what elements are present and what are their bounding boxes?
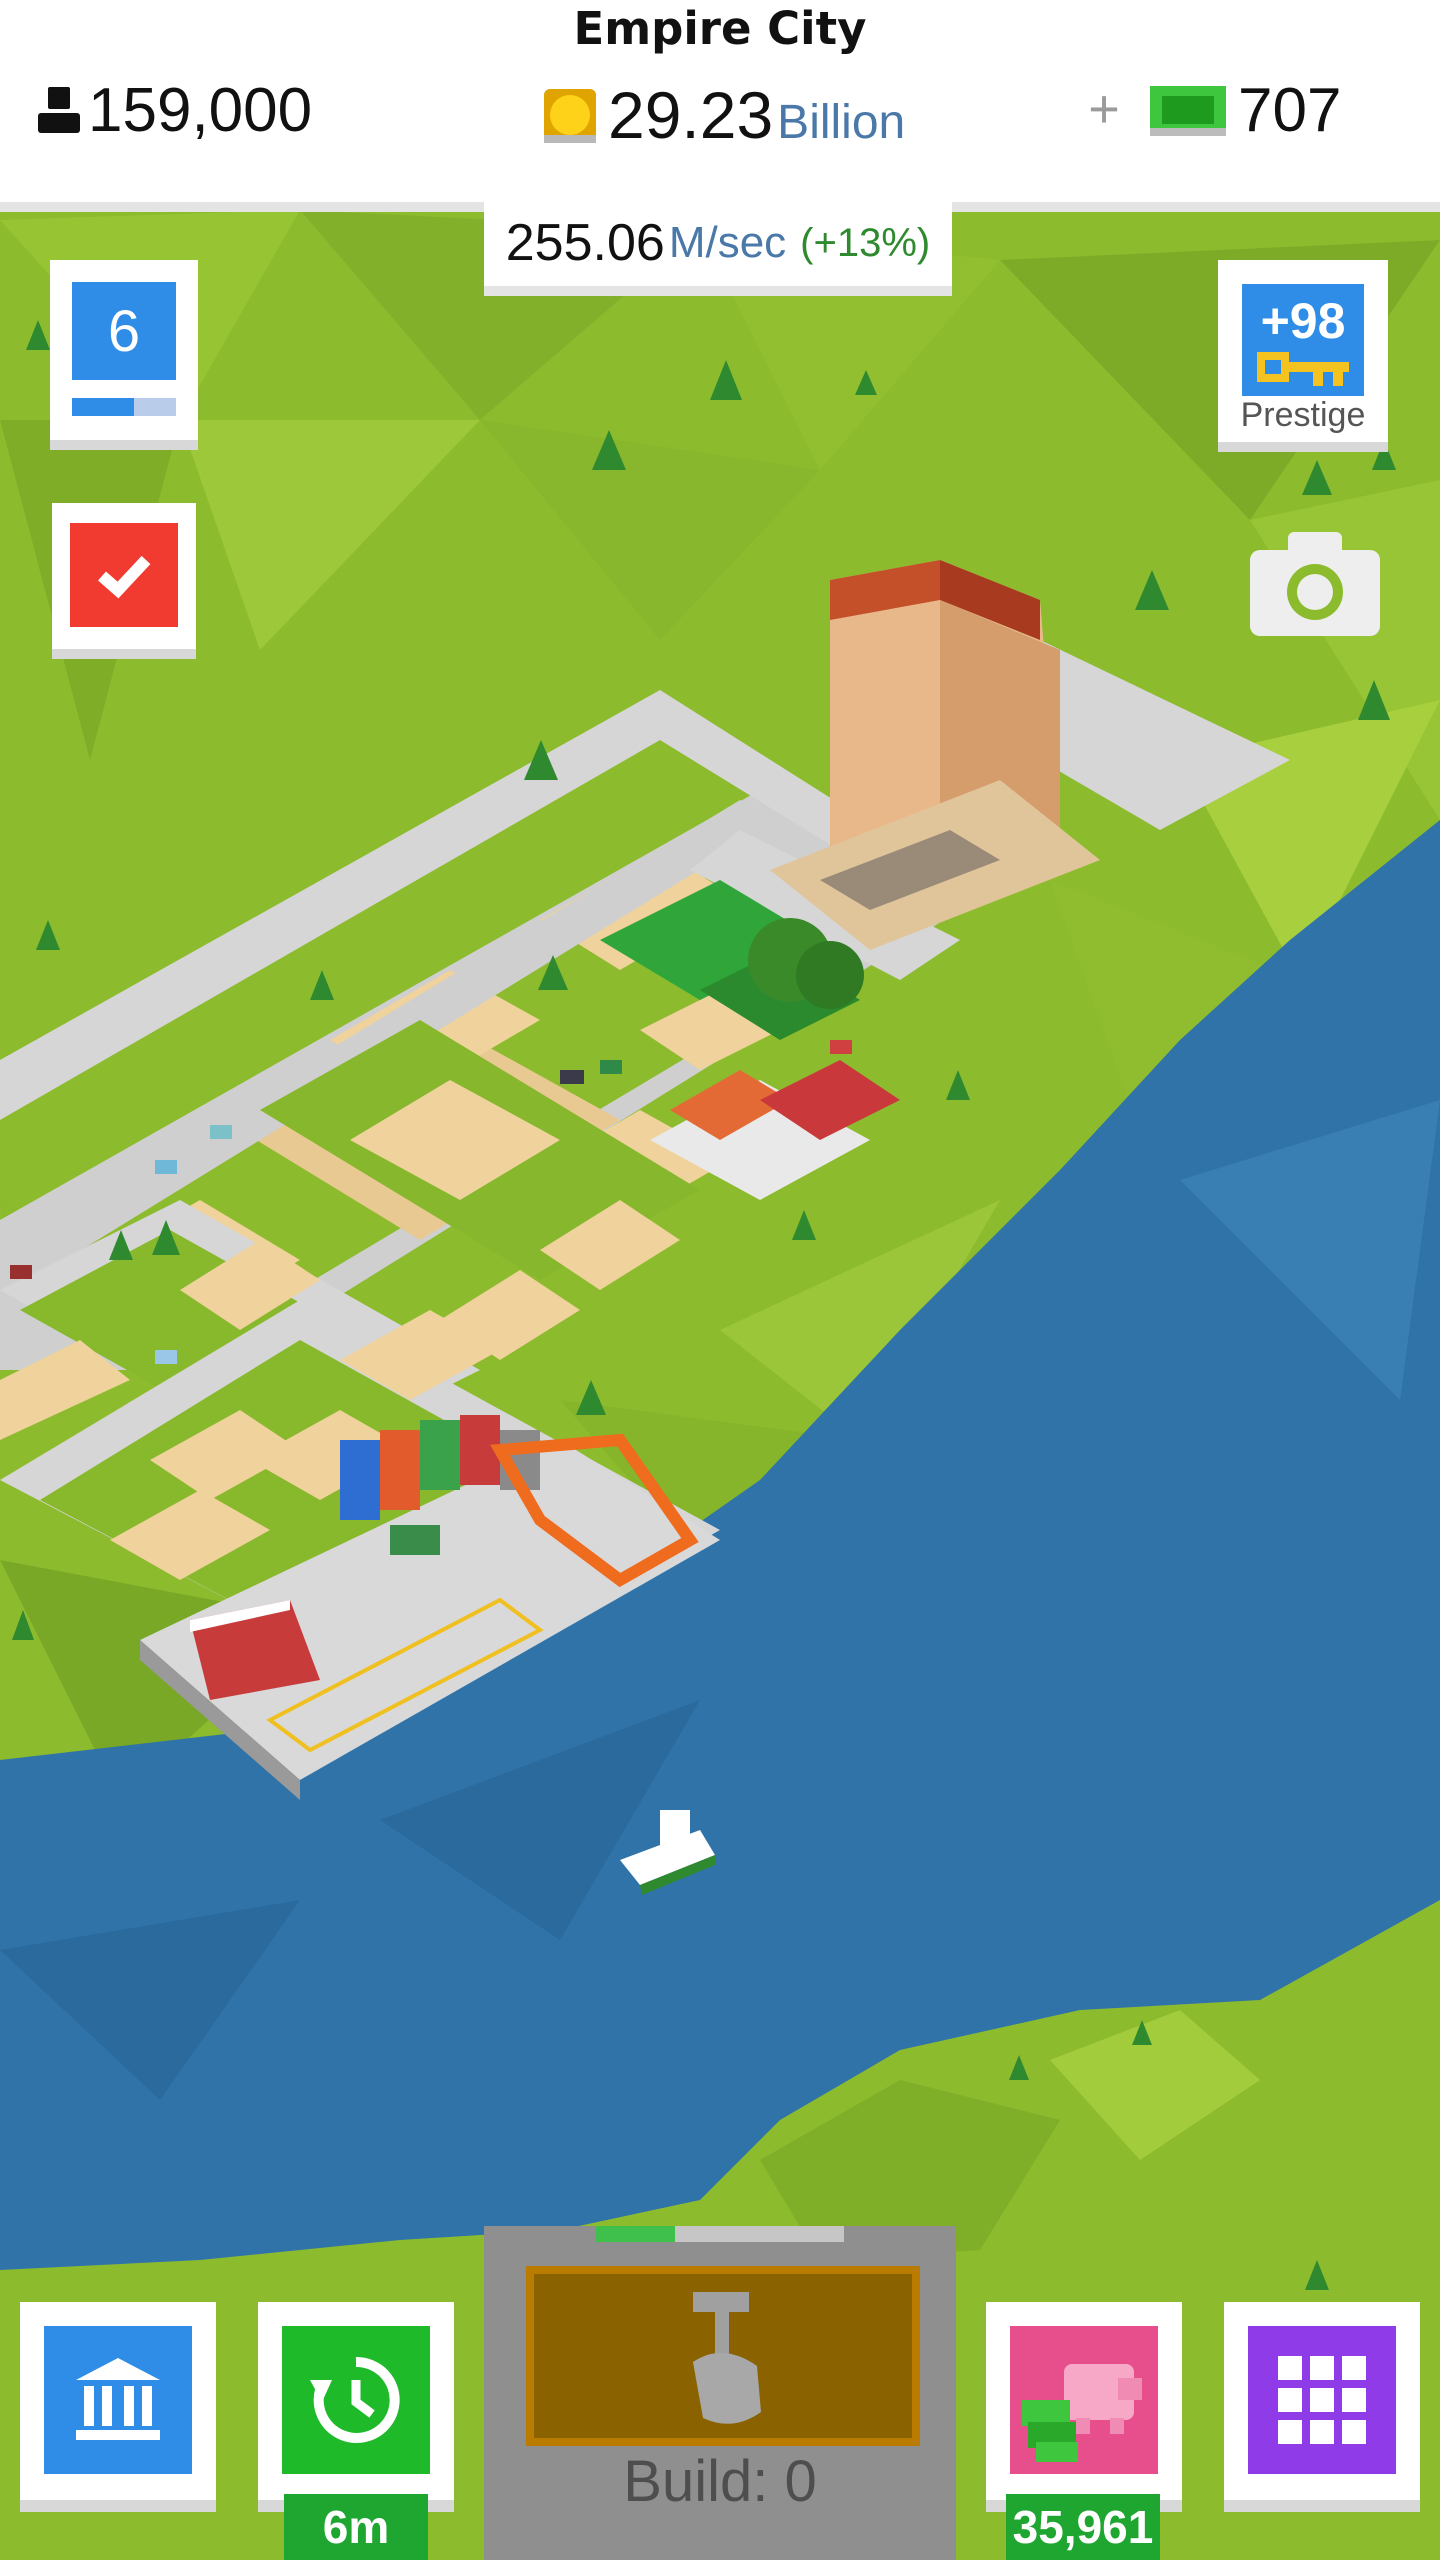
person-icon bbox=[38, 87, 80, 133]
income-value: 255.06 bbox=[505, 214, 665, 272]
menu-icon-box bbox=[1248, 2326, 1396, 2474]
prestige-icon-box: +98 bbox=[1242, 284, 1364, 396]
income-bonus: (+13%) bbox=[800, 220, 931, 265]
buy-cash-button[interactable]: + bbox=[1082, 74, 1126, 144]
piggy-bank-icon bbox=[1022, 2364, 1142, 2462]
cash-counter: 707 bbox=[1148, 70, 1341, 150]
coin-counter: 29.23 Billion bbox=[540, 70, 905, 160]
camera-icon bbox=[1250, 532, 1380, 636]
level-progress-bar bbox=[72, 398, 176, 416]
build-count-label: Build: 0 bbox=[623, 2449, 817, 2514]
tasks-icon-box bbox=[70, 523, 178, 627]
city-name[interactable]: Empire City bbox=[0, 2, 1440, 55]
prestige-button[interactable]: +98 Prestige bbox=[1218, 260, 1388, 452]
piggy-bank-amount: 35,961 bbox=[1006, 2494, 1160, 2560]
build-panel[interactable]: Build: 0 bbox=[484, 2226, 956, 2560]
prestige-count: +98 bbox=[1260, 293, 1346, 349]
build-progress-fill bbox=[596, 2226, 676, 2242]
population-value: 159,000 bbox=[88, 75, 313, 145]
level-button[interactable]: 6 bbox=[50, 260, 198, 450]
boost-timer: 6m bbox=[284, 2494, 428, 2560]
menu-grid-button[interactable] bbox=[1224, 2302, 1420, 2512]
boost-icon-box bbox=[282, 2326, 430, 2474]
tasks-button[interactable] bbox=[52, 503, 196, 659]
cash-value: 707 bbox=[1238, 75, 1342, 145]
piggy-bank-button[interactable] bbox=[986, 2302, 1182, 2512]
clock-refresh-icon bbox=[310, 2356, 400, 2443]
build-button[interactable] bbox=[526, 2266, 920, 2446]
key-icon bbox=[1257, 352, 1349, 386]
coins-unit: Billion bbox=[777, 95, 906, 149]
coin-icon bbox=[544, 89, 596, 143]
build-progress-bar bbox=[596, 2226, 844, 2242]
grid-icon bbox=[1278, 2356, 1366, 2444]
bank-icon bbox=[76, 2358, 160, 2440]
coins-value: 29.23 bbox=[608, 78, 774, 152]
camera-button[interactable] bbox=[1246, 528, 1384, 640]
time-boost-button[interactable] bbox=[258, 2302, 454, 2512]
level-progress-fill bbox=[72, 398, 135, 416]
piggy-icon-box bbox=[1010, 2326, 1158, 2474]
income-rate[interactable]: 255.06 M/sec (+13%) bbox=[484, 200, 952, 296]
prestige-label: Prestige bbox=[1240, 396, 1366, 434]
population-counter: 159,000 bbox=[36, 70, 312, 150]
income-unit: M/sec bbox=[668, 218, 787, 267]
level-number: 6 bbox=[72, 282, 176, 380]
cash-icon bbox=[1150, 86, 1226, 136]
check-icon bbox=[98, 555, 151, 599]
bank-button[interactable] bbox=[20, 2302, 216, 2512]
top-bar: Empire City 159,000 29.23 Billion + 707 bbox=[0, 0, 1440, 212]
hammer-hand-icon bbox=[693, 2292, 761, 2424]
bank-icon-box bbox=[44, 2326, 192, 2474]
